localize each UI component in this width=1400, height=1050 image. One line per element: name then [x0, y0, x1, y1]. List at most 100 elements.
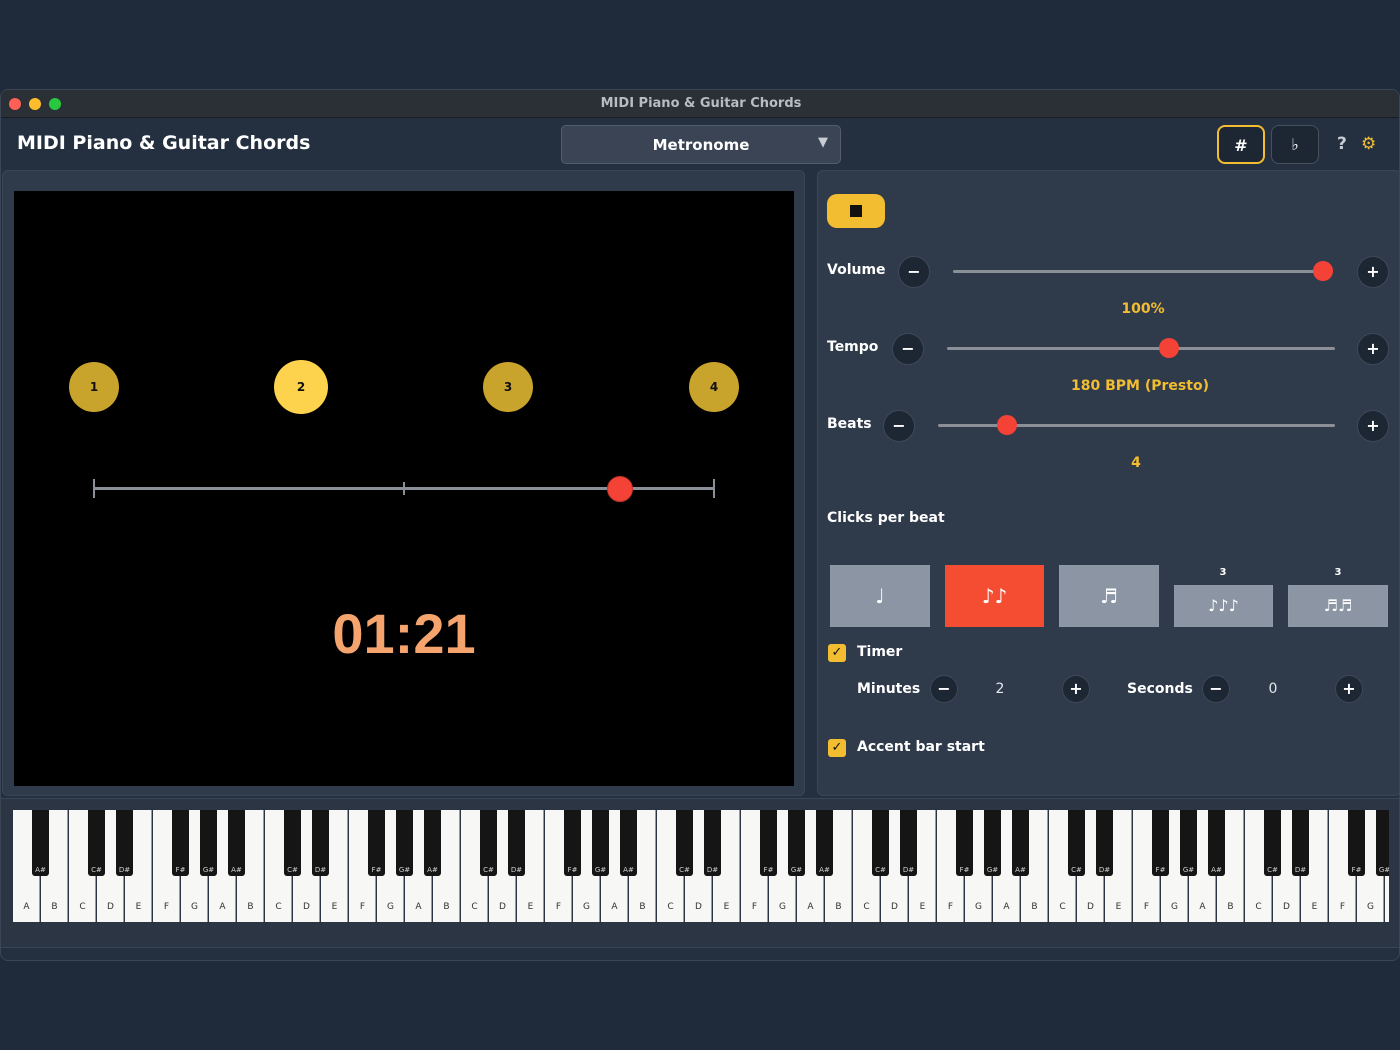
piano-black-key[interactable]: D# [1292, 810, 1309, 876]
piano-key-label: F [1143, 902, 1150, 912]
seconds-minus-button[interactable]: − [1202, 675, 1230, 703]
click-option-quarter[interactable]: ♩ [830, 565, 930, 627]
click-option-eighths[interactable]: ♪♪ [945, 565, 1044, 627]
piano-black-key[interactable]: G# [396, 810, 413, 876]
piano-key-label: E [723, 902, 730, 912]
piano-black-key[interactable]: D# [312, 810, 329, 876]
piano-black-key[interactable]: F# [760, 810, 777, 876]
tempo-slider[interactable] [947, 347, 1335, 350]
piano-key-label: F [1339, 902, 1346, 912]
tempo-plus-button[interactable]: + [1357, 333, 1389, 365]
flat-button[interactable]: ♭ [1271, 125, 1319, 164]
piano-black-key[interactable]: F# [956, 810, 973, 876]
piano-black-key[interactable]: F# [564, 810, 581, 876]
piano-black-key[interactable]: G# [1180, 810, 1197, 876]
beats-minus-button[interactable]: − [883, 410, 915, 442]
piano-key-label: D# [314, 866, 327, 874]
piano-black-key[interactable]: A# [228, 810, 245, 876]
tempo-minus-button[interactable]: − [892, 333, 924, 365]
volume-slider[interactable] [953, 270, 1333, 273]
piano-black-key[interactable]: C# [88, 810, 105, 876]
volume-plus-button[interactable]: + [1357, 256, 1389, 288]
mode-select[interactable]: Metronome ▼ [561, 125, 841, 164]
volume-value: 100% [1121, 301, 1165, 317]
piano-black-key[interactable]: C# [284, 810, 301, 876]
piano-black-key[interactable]: D# [508, 810, 525, 876]
volume-slider-thumb[interactable] [1313, 261, 1333, 281]
timer-checkbox[interactable]: ✓ [828, 644, 846, 662]
piano-key-label: G [191, 902, 198, 912]
piano-black-key[interactable]: D# [1096, 810, 1113, 876]
minutes-plus-button[interactable]: + [1062, 675, 1090, 703]
piano-black-key[interactable]: G# [200, 810, 217, 876]
gear-icon[interactable]: ⚙ [1361, 134, 1376, 154]
piano-key-label: D# [902, 866, 915, 874]
triplet-badge: 3 [1219, 567, 1227, 578]
accent-label: Accent bar start [857, 739, 985, 755]
piano-key-label: F [359, 902, 366, 912]
piano-key-label: G [1171, 902, 1178, 912]
click-option-eighth-triplets[interactable]: ♪♪♪ [1174, 585, 1273, 627]
piano-black-key[interactable]: A# [620, 810, 637, 876]
piano-key-label: A# [231, 866, 242, 874]
piano-black-key[interactable]: C# [872, 810, 889, 876]
piano-black-key[interactable]: G# [984, 810, 1001, 876]
piano-key-label: G# [790, 866, 803, 874]
piano-black-key[interactable]: C# [1264, 810, 1281, 876]
piano-keyboard[interactable]: ABCDEFGABCDEFGABCDEFGABCDEFGABCDEFGABCDE… [13, 810, 1389, 922]
clicks-per-beat-label: Clicks per beat [827, 510, 945, 526]
piano-key-label: E [527, 902, 534, 912]
piano-black-key[interactable]: G# [592, 810, 609, 876]
stop-button[interactable] [827, 194, 885, 228]
minutes-minus-button[interactable]: − [930, 675, 958, 703]
piano-key-label: F [163, 902, 170, 912]
piano-key-label: A [807, 902, 814, 912]
piano-key-label: F [947, 902, 954, 912]
piano-black-key[interactable]: A# [1012, 810, 1029, 876]
piano-black-key[interactable]: A# [816, 810, 833, 876]
piano-black-key[interactable]: G# [1376, 810, 1389, 876]
piano-key-label: G [583, 902, 590, 912]
click-option-sixteenths[interactable]: ♬ [1059, 565, 1159, 627]
piano-black-key[interactable]: G# [788, 810, 805, 876]
piano-black-key[interactable]: A# [32, 810, 49, 876]
piano-key-label: D [1283, 902, 1290, 912]
piano-black-key[interactable]: D# [900, 810, 917, 876]
accent-checkbox[interactable]: ✓ [828, 739, 846, 757]
piano-black-key[interactable]: A# [424, 810, 441, 876]
beats-plus-button[interactable]: + [1357, 410, 1389, 442]
piano-black-key[interactable]: F# [368, 810, 385, 876]
seconds-plus-button[interactable]: + [1335, 675, 1363, 703]
piano-black-key[interactable]: F# [1348, 810, 1365, 876]
volume-label: Volume [827, 262, 886, 278]
minutes-value[interactable]: 2 [985, 681, 1015, 697]
piano-black-key[interactable]: D# [704, 810, 721, 876]
piano-black-key[interactable]: C# [1068, 810, 1085, 876]
piano-black-key[interactable]: F# [172, 810, 189, 876]
piano-black-key[interactable]: C# [676, 810, 693, 876]
help-icon[interactable]: ? [1337, 134, 1347, 154]
piano-black-key[interactable]: F# [1152, 810, 1169, 876]
piano-key-label: A [219, 902, 226, 912]
seconds-label: Seconds [1127, 681, 1193, 697]
piano-key-label: G [779, 902, 786, 912]
beats-slider-thumb[interactable] [997, 415, 1018, 435]
piano-black-key[interactable]: D# [116, 810, 133, 876]
piano-key-label: E [919, 902, 926, 912]
tempo-slider-thumb[interactable] [1158, 338, 1179, 358]
piano-black-key[interactable]: C# [480, 810, 497, 876]
piano-key-label: B [443, 902, 450, 912]
piano-black-key[interactable]: A# [1208, 810, 1225, 876]
volume-minus-button[interactable]: − [898, 256, 930, 288]
sharp-button[interactable]: # [1217, 125, 1265, 164]
beat-indicator-4: 4 [689, 362, 739, 412]
piano-key-label: D# [1294, 866, 1307, 874]
click-option-sixteenth-triplets[interactable]: ♬♬ [1288, 585, 1388, 627]
piano-key-label: C# [1267, 866, 1278, 874]
piano-key-label: C# [287, 866, 298, 874]
piano-key-label: F# [567, 866, 578, 874]
seconds-value[interactable]: 0 [1258, 681, 1288, 697]
beat-indicator-2: 2 [274, 360, 328, 414]
piano-key-label: E [1311, 902, 1318, 912]
piano-key-label: C [1059, 902, 1066, 912]
